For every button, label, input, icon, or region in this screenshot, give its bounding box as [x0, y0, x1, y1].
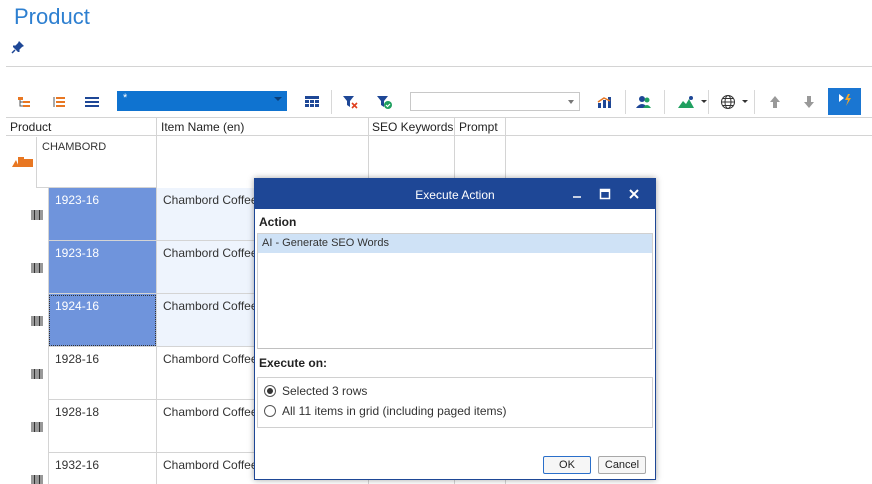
barcode-icon: [31, 209, 43, 220]
execute-action-button[interactable]: [828, 88, 861, 115]
list-icon[interactable]: [82, 92, 102, 112]
view-select[interactable]: *: [117, 91, 287, 111]
group-row-label[interactable]: CHAMBORD: [36, 137, 157, 188]
execute-action-icon: [837, 92, 853, 111]
toolbar-divider: [708, 90, 709, 114]
radio-selected-rows[interactable]: Selected 3 rows: [264, 384, 367, 398]
view-select-value: *: [123, 92, 128, 104]
maximize-icon[interactable]: [597, 186, 613, 202]
column-header-prompt[interactable]: Prompt: [459, 120, 498, 134]
cell-product[interactable]: 1928-16: [48, 347, 157, 400]
execute-action-dialog: Execute Action Action AI - Generate SEO …: [254, 178, 656, 480]
pin-icon[interactable]: [11, 40, 25, 57]
cell-product[interactable]: 1928-18: [48, 400, 157, 453]
barcode-icon: [31, 474, 43, 484]
arrow-up-icon[interactable]: [765, 92, 785, 112]
close-icon[interactable]: [626, 186, 642, 202]
radio-label: Selected 3 rows: [282, 384, 368, 398]
arrow-down-icon[interactable]: [799, 92, 819, 112]
users-icon[interactable]: [634, 92, 654, 112]
minimize-icon[interactable]: [569, 186, 585, 202]
action-section-header: Action: [259, 215, 297, 229]
chart-icon[interactable]: [595, 92, 615, 112]
barcode-icon: [31, 368, 43, 379]
radio-label: All 11 items in grid (including paged it…: [282, 404, 507, 418]
ok-button[interactable]: OK: [543, 456, 591, 474]
header-divider: [6, 66, 872, 67]
filter-apply-icon[interactable]: [374, 92, 394, 112]
dialog-title-bar[interactable]: Execute Action: [255, 179, 655, 209]
tree-view-icon[interactable]: [14, 92, 34, 112]
column-header-item-name[interactable]: Item Name (en): [161, 120, 244, 134]
radio-unchecked-icon: [264, 405, 276, 417]
cancel-button[interactable]: Cancel: [598, 456, 646, 474]
clear-filter-icon[interactable]: [340, 92, 360, 112]
execute-on-header: Execute on:: [259, 356, 328, 370]
barcode-icon: [31, 421, 43, 432]
action-list[interactable]: AI - Generate SEO Words: [257, 233, 653, 349]
toolbar-divider: [331, 90, 332, 114]
column-header-seo-keywords[interactable]: SEO Keywords: [372, 120, 453, 134]
list-item[interactable]: AI - Generate SEO Words: [258, 234, 652, 253]
column-header-product[interactable]: Product: [10, 120, 51, 134]
search-combo[interactable]: [410, 92, 580, 111]
folder-icon[interactable]: [12, 156, 34, 171]
cell-product[interactable]: 1923-18: [48, 241, 157, 294]
cell-product[interactable]: 1924-16: [48, 294, 157, 347]
chevron-down-icon[interactable]: [694, 92, 714, 112]
cell-product[interactable]: 1923-16: [48, 188, 157, 241]
cell-product[interactable]: 1932-16: [48, 453, 157, 484]
grid-header: Product Item Name (en) SEO Keywords Prom…: [6, 117, 872, 136]
radio-all-items[interactable]: All 11 items in grid (including paged it…: [264, 404, 507, 418]
barcode-icon: [31, 315, 43, 326]
indent-icon[interactable]: [49, 92, 69, 112]
columns-icon[interactable]: [302, 92, 322, 112]
chevron-down-icon: [568, 100, 574, 104]
execute-on-options: Selected 3 rows All 11 items in grid (in…: [257, 377, 653, 428]
radio-checked-icon: [264, 385, 276, 397]
toolbar-divider: [625, 90, 626, 114]
chevron-down-icon[interactable]: [735, 92, 755, 112]
page-title: Product: [14, 4, 90, 29]
barcode-icon: [31, 262, 43, 273]
toolbar-divider: [754, 90, 755, 114]
chevron-down-icon: [274, 97, 282, 101]
toolbar-divider: [664, 90, 665, 114]
dialog-title: Execute Action: [415, 188, 495, 202]
